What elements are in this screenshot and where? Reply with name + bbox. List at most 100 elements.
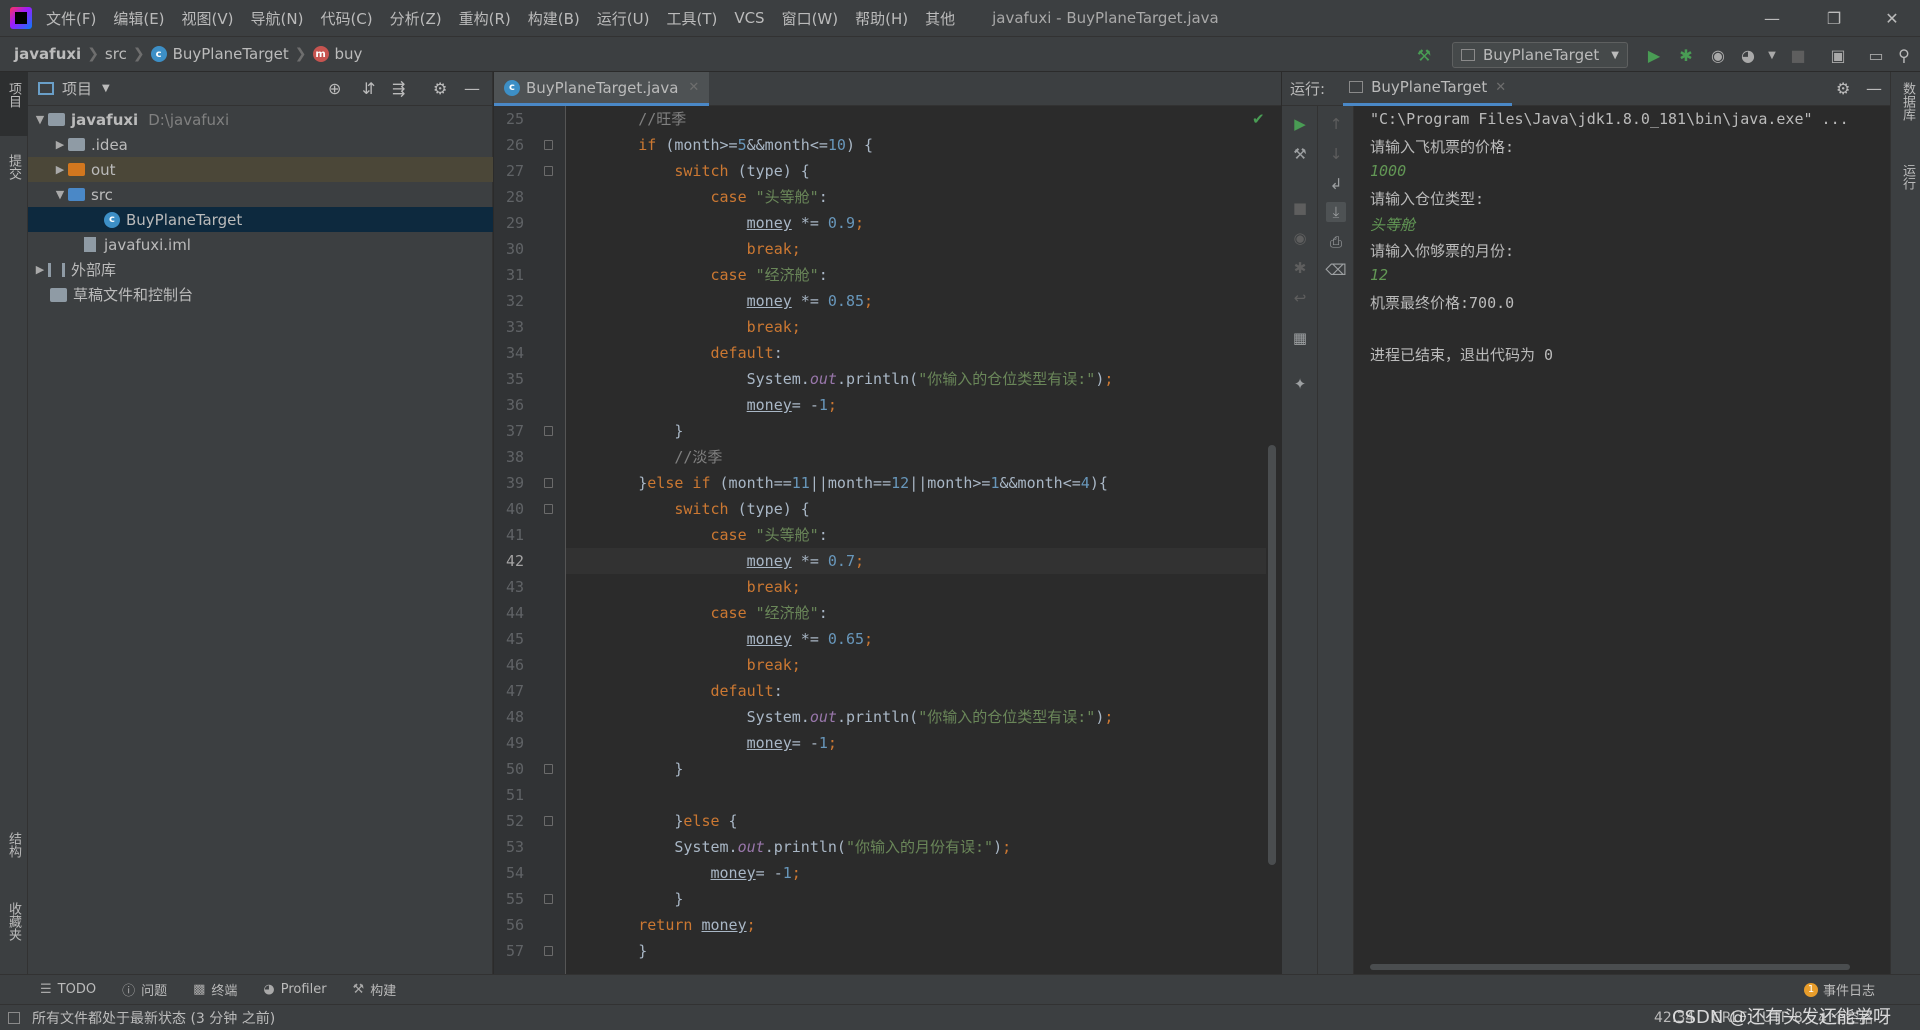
fold-marker-icon[interactable]: [544, 426, 553, 436]
chevron-down-icon[interactable]: ▼: [102, 83, 110, 94]
debug-bug-icon[interactable]: ✱: [1290, 258, 1310, 278]
chevron-down-icon[interactable]: ▼: [32, 113, 48, 126]
breadcrumb-class[interactable]: c BuyPlaneTarget: [150, 45, 289, 63]
soft-wrap-icon[interactable]: ↲: [1326, 174, 1346, 194]
restore-icon[interactable]: ❐: [1806, 0, 1862, 36]
breadcrumb-src[interactable]: src: [105, 45, 127, 63]
menu-edit[interactable]: 编辑(E): [113, 8, 164, 29]
fold-marker-icon[interactable]: [544, 894, 553, 904]
menu-file[interactable]: 文件(F): [46, 8, 96, 29]
menu-other[interactable]: 其他: [925, 8, 955, 29]
collapse-all-icon[interactable]: ⇶: [392, 79, 405, 98]
tree-item-src[interactable]: ▼ src: [28, 182, 493, 207]
fold-marker-icon[interactable]: [544, 816, 553, 826]
editor-scrollbar[interactable]: [1268, 445, 1276, 865]
locate-file-icon[interactable]: ⊕: [328, 79, 341, 98]
inspection-ok-checkmark-icon[interactable]: ✔: [1252, 110, 1265, 128]
menu-tools[interactable]: 工具(T): [666, 8, 717, 29]
menu-build[interactable]: 构建(B): [528, 8, 580, 29]
more-run-options-icon[interactable]: ▼: [1760, 43, 1784, 67]
modify-run-config-wrench-icon[interactable]: ⚒: [1290, 144, 1310, 164]
menu-analyze[interactable]: 分析(Z): [390, 8, 442, 29]
fold-marker-icon[interactable]: [544, 504, 553, 514]
arrow-up-icon[interactable]: ↑: [1326, 114, 1346, 134]
tool-tab-run[interactable]: 运行: [1898, 164, 1917, 190]
pin-tab-icon[interactable]: ✦: [1290, 374, 1310, 394]
search-icon[interactable]: ⚲: [1892, 43, 1916, 67]
tree-item-iml[interactable]: javafuxi.iml: [28, 232, 493, 257]
menu-code[interactable]: 代码(C): [320, 8, 372, 29]
coverage-icon[interactable]: ◉: [1706, 43, 1730, 67]
intellij-logo-icon[interactable]: [10, 7, 32, 29]
print-icon[interactable]: ⎙: [1326, 232, 1346, 252]
tree-item-scratches[interactable]: 草稿文件和控制台: [28, 282, 493, 307]
profile-icon[interactable]: ◕: [1736, 43, 1760, 67]
layout-icon[interactable]: ▦: [1290, 328, 1310, 348]
dump-threads-camera-icon[interactable]: ◉: [1290, 228, 1310, 248]
tree-item-out[interactable]: ▶ out: [28, 157, 493, 182]
breadcrumb-project[interactable]: javafuxi: [14, 45, 81, 63]
menu-window[interactable]: 窗口(W): [782, 8, 839, 29]
tool-tab-favorites[interactable]: 收藏夹: [4, 902, 23, 941]
run-config-dropdown[interactable]: BuyPlaneTarget ▼: [1452, 42, 1628, 68]
tree-item-project-root[interactable]: ▼ javafuxi D:\javafuxi: [28, 107, 493, 132]
chevron-right-icon[interactable]: ▶: [32, 263, 48, 276]
exit-icon[interactable]: ↩: [1290, 288, 1310, 308]
project-structure-icon[interactable]: ▣: [1826, 43, 1850, 67]
fold-marker-icon[interactable]: [544, 478, 553, 488]
menu-navigate[interactable]: 导航(N): [251, 8, 304, 29]
menu-view[interactable]: 视图(V): [182, 8, 234, 29]
close-icon[interactable]: ✕: [1864, 0, 1920, 36]
console-output[interactable]: "C:\Program Files\Java\jdk1.8.0_181\bin\…: [1354, 106, 1890, 974]
console-horizontal-scrollbar[interactable]: [1370, 964, 1850, 970]
fold-marker-icon[interactable]: [544, 166, 553, 176]
menu-help[interactable]: 帮助(H): [855, 8, 908, 29]
code-editor[interactable]: //旺季 if (month>=5&&month<=10) { switch (…: [566, 106, 1266, 974]
hide-panel-icon[interactable]: —: [1866, 79, 1882, 98]
tool-tab-database[interactable]: 数据库: [1898, 82, 1917, 121]
clear-trash-icon[interactable]: ⌫: [1325, 260, 1346, 280]
tool-tab-commit[interactable]: 提交: [4, 154, 23, 180]
expand-all-icon[interactable]: ⇵: [362, 79, 375, 98]
menu-vcs[interactable]: VCS: [734, 9, 764, 27]
presentation-icon[interactable]: ▭: [1864, 43, 1888, 67]
fold-marker-icon[interactable]: [544, 140, 553, 150]
tree-item-buyplanetarget[interactable]: c BuyPlaneTarget: [28, 207, 493, 232]
tool-terminal[interactable]: ▩ 终端: [193, 980, 237, 999]
chevron-right-icon[interactable]: ▶: [52, 163, 68, 176]
tree-item-external-libraries[interactable]: ▶ 外部库: [28, 257, 493, 282]
run-icon[interactable]: ▶: [1642, 43, 1666, 67]
editor-tab-active[interactable]: c BuyPlaneTarget.java ✕: [494, 72, 710, 106]
scroll-to-end-icon[interactable]: ⤓: [1326, 202, 1346, 222]
tool-profiler[interactable]: ◕ Profiler: [263, 982, 326, 997]
gear-icon[interactable]: ⚙: [433, 79, 447, 98]
build-hammer-icon[interactable]: ⚒: [1412, 43, 1436, 67]
close-tab-icon[interactable]: ✕: [1495, 80, 1506, 95]
run-tab[interactable]: BuyPlaneTarget ✕: [1343, 72, 1513, 106]
gear-icon[interactable]: ⚙: [1836, 79, 1850, 98]
tool-tab-structure[interactable]: 结构: [4, 832, 23, 858]
tool-build[interactable]: ⚒ 构建: [353, 980, 397, 999]
tree-item-idea[interactable]: ▶ .idea: [28, 132, 493, 157]
minimize-icon[interactable]: —: [1744, 0, 1800, 36]
hide-panel-icon[interactable]: —: [464, 79, 480, 98]
arrow-down-icon[interactable]: ↓: [1326, 144, 1346, 164]
fold-marker-icon[interactable]: [544, 764, 553, 774]
rerun-icon[interactable]: ▶: [1290, 114, 1310, 134]
status-toggle-icon[interactable]: [8, 1011, 20, 1024]
tool-todo[interactable]: ☰ TODO: [40, 982, 96, 997]
chevron-right-icon[interactable]: ▶: [52, 138, 68, 151]
debug-bug-icon[interactable]: ✱: [1674, 43, 1698, 67]
menu-run[interactable]: 运行(U): [597, 8, 650, 29]
tool-tab-project[interactable]: 项目: [4, 82, 23, 108]
event-log[interactable]: 1 事件日志: [1804, 980, 1875, 999]
tool-problems[interactable]: ⓘ 问题: [122, 980, 167, 999]
project-panel-title[interactable]: 项目: [62, 78, 92, 99]
breadcrumb-method[interactable]: m buy: [312, 45, 362, 63]
chevron-down-icon[interactable]: ▼: [52, 188, 68, 201]
close-tab-icon[interactable]: ✕: [688, 80, 699, 95]
stop-icon[interactable]: ■: [1290, 198, 1310, 218]
stop-icon[interactable]: ■: [1786, 43, 1810, 67]
fold-marker-icon[interactable]: [544, 946, 553, 956]
menu-refactor[interactable]: 重构(R): [459, 8, 511, 29]
